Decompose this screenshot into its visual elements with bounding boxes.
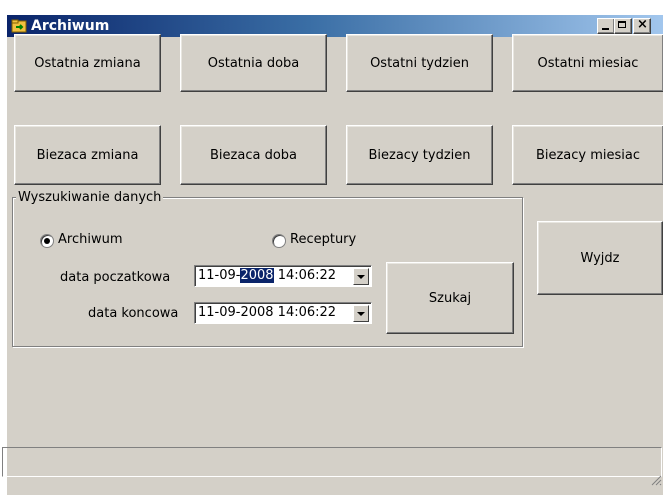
start-date-selected-year: 2008 xyxy=(240,268,274,283)
exit-button[interactable]: Wyjdz xyxy=(537,221,663,295)
last-shift-button[interactable]: Ostatnia zmiana xyxy=(14,34,161,92)
close-button[interactable]: × xyxy=(633,18,651,34)
archive-radio-label[interactable]: Archiwum xyxy=(58,232,123,247)
radio-selected-dot xyxy=(44,238,50,244)
end-date-dropdown-button[interactable] xyxy=(353,305,369,322)
current-month-button[interactable]: Biezacy miesiac xyxy=(512,125,663,185)
start-date-prefix: 11-09- xyxy=(198,268,241,283)
end-date-label: data koncowa xyxy=(88,306,179,321)
recipes-radio-label[interactable]: Receptury xyxy=(290,232,356,247)
current-shift-button[interactable]: Biezaca zmiana xyxy=(14,125,161,185)
maximize-icon xyxy=(618,21,626,28)
end-date-picker[interactable]: 11-09-2008 14:06:22 xyxy=(194,302,372,324)
start-date-suffix: 14:06:22 xyxy=(273,268,337,283)
window-title: Archiwum xyxy=(31,18,110,34)
current-day-button[interactable]: Biezaca doba xyxy=(180,125,327,185)
search-button[interactable]: Szukaj xyxy=(386,262,514,334)
start-date-dropdown-button[interactable] xyxy=(353,268,369,285)
end-date-value: 11-09-2008 14:06:22 xyxy=(198,305,337,320)
start-date-picker[interactable]: 11-09-2008 14:06:22 xyxy=(194,265,372,287)
last-month-button[interactable]: Ostatni miesiac xyxy=(512,34,663,92)
current-week-button[interactable]: Biezacy tydzien xyxy=(346,125,493,185)
archive-radio[interactable] xyxy=(40,234,54,248)
dropdown-arrow-icon xyxy=(357,312,365,316)
minimize-icon xyxy=(602,28,609,30)
recipes-radio[interactable] xyxy=(272,234,286,248)
start-date-label: data poczatkowa xyxy=(60,270,171,285)
maximize-button[interactable] xyxy=(614,18,632,34)
app-icon xyxy=(11,18,27,34)
close-icon: × xyxy=(637,17,648,32)
last-week-button[interactable]: Ostatni tydzien xyxy=(346,34,493,92)
search-group-label: Wyszukiwanie danych xyxy=(16,190,164,205)
minimize-button[interactable] xyxy=(597,18,615,34)
dropdown-arrow-icon xyxy=(357,275,365,279)
resize-grip-icon[interactable] xyxy=(650,474,662,486)
last-day-button[interactable]: Ostatnia doba xyxy=(180,34,327,92)
status-bar xyxy=(2,447,662,477)
